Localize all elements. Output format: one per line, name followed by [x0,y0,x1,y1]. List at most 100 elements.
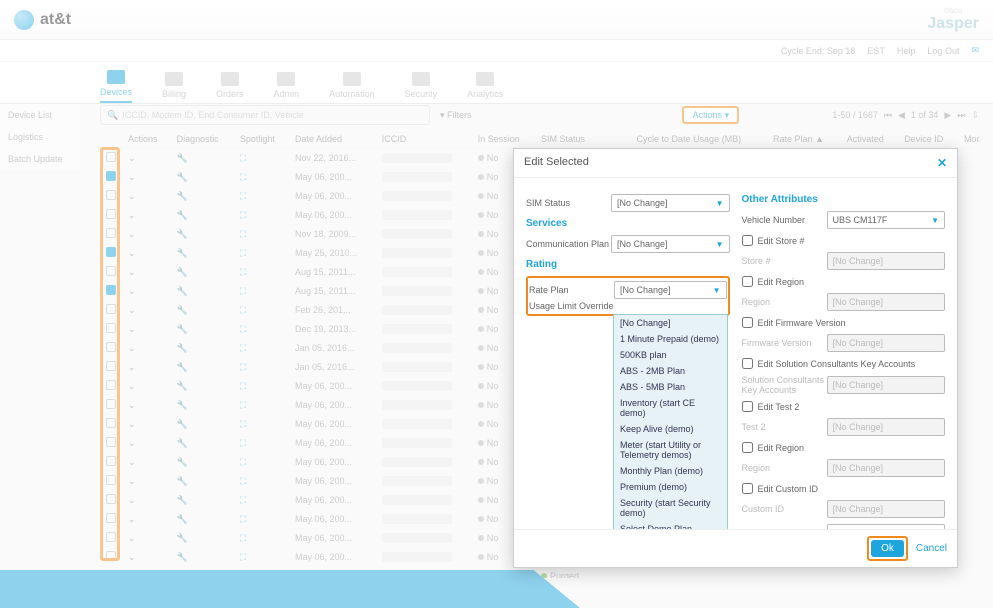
row-checkbox[interactable] [106,513,116,523]
expand-icon[interactable]: ⌄ [128,229,136,239]
expand-icon[interactable]: ⌄ [128,248,136,258]
dropdown-option[interactable]: ABS - 5MB Plan [614,379,727,395]
wrench-icon[interactable]: 🔧 [177,343,188,353]
vehicle-number-select[interactable]: UBS CM117F▼ [827,211,946,229]
nav-tab-automation[interactable]: Automation [329,72,375,103]
pager-next-icon[interactable]: ▶ [944,110,951,121]
expand-icon[interactable]: ⌄ [128,362,136,372]
export-icon[interactable]: ⇩ [971,110,979,121]
logout-link[interactable]: Log Out [927,46,959,56]
spotlight-icon[interactable]: ⛶ [240,191,246,201]
column-header[interactable]: Device ID [898,130,958,149]
row-checkbox[interactable] [106,190,116,200]
nav-tab-analytics[interactable]: Analytics [467,72,503,103]
expand-icon[interactable]: ⌄ [128,267,136,277]
expand-icon[interactable]: ⌄ [128,476,136,486]
wrench-icon[interactable]: 🔧 [177,400,188,410]
expand-icon[interactable]: ⌄ [128,514,136,524]
row-checkbox[interactable] [106,228,116,238]
spotlight-icon[interactable]: ⛶ [240,267,246,277]
row-checkbox[interactable] [106,456,116,466]
expand-icon[interactable]: ⌄ [128,381,136,391]
column-header[interactable]: ICCID [376,130,472,149]
pager-last-icon[interactable]: ⏭ [957,110,965,121]
wrench-icon[interactable]: 🔧 [177,229,188,239]
row-checkbox[interactable] [106,437,116,447]
expand-icon[interactable]: ⌄ [128,419,136,429]
expand-icon[interactable]: ⌄ [128,305,136,315]
row-checkbox[interactable] [106,418,116,428]
nav-tab-admin[interactable]: Admin [274,72,300,103]
edit-checkbox[interactable] [742,317,753,328]
wrench-icon[interactable]: 🔧 [177,457,188,467]
wrench-icon[interactable]: 🔧 [177,495,188,505]
nav-tab-orders[interactable]: Orders [216,72,244,103]
spotlight-icon[interactable]: ⛶ [240,552,246,562]
wrench-icon[interactable]: 🔧 [177,438,188,448]
spotlight-icon[interactable]: ⛶ [240,172,246,182]
edit-checkbox[interactable] [742,442,753,453]
spotlight-icon[interactable]: ⛶ [240,495,246,505]
spotlight-icon[interactable]: ⛶ [240,153,246,163]
column-header[interactable] [100,130,122,149]
expand-icon[interactable]: ⌄ [128,552,136,562]
nav-tab-devices[interactable]: Devices [100,70,132,103]
expand-icon[interactable]: ⌄ [128,457,136,467]
column-header[interactable]: Diagnostic [171,130,234,149]
row-checkbox[interactable] [106,532,116,542]
spotlight-icon[interactable]: ⛶ [240,514,246,524]
sidebar-item[interactable]: Device List [0,104,80,126]
expand-icon[interactable]: ⌄ [128,153,136,163]
actions-button[interactable]: Actions ▾ [682,106,739,124]
wrench-icon[interactable]: 🔧 [177,324,188,334]
row-checkbox[interactable] [106,266,116,276]
dropdown-option[interactable]: Select Demo Plan (default) [614,521,727,529]
row-checkbox[interactable] [106,152,116,162]
spotlight-icon[interactable]: ⛶ [240,419,246,429]
ok-button[interactable]: Ok [871,540,904,557]
dropdown-option[interactable]: Inventory (start CE demo) [614,395,727,421]
expand-icon[interactable]: ⌄ [128,495,136,505]
edit-checkbox[interactable] [742,276,753,287]
row-checkbox[interactable] [106,494,116,504]
column-header[interactable]: Modem ID [958,130,979,149]
help-link[interactable]: Help [897,46,916,56]
comm-plan-select[interactable]: [No Change]▼ [611,235,730,253]
nav-tab-billing[interactable]: Billing [162,72,186,103]
row-checkbox[interactable] [106,380,116,390]
cancel-link[interactable]: Cancel [916,543,947,554]
edit-checkbox[interactable] [742,235,753,246]
wrench-icon[interactable]: 🔧 [177,210,188,220]
column-header[interactable]: Spotlight [234,130,289,149]
row-checkbox[interactable] [106,342,116,352]
row-checkbox[interactable] [106,247,116,257]
dropdown-option[interactable]: Security (start Security demo) [614,495,727,521]
dropdown-option[interactable]: Premium (demo) [614,479,727,495]
spotlight-icon[interactable]: ⛶ [240,438,246,448]
dropdown-option[interactable]: 500KB plan [614,347,727,363]
dropdown-option[interactable]: Keep Alive (demo) [614,421,727,437]
pager-first-icon[interactable]: ⏮ [884,110,892,121]
sidebar-item[interactable]: Logistics [0,126,80,148]
wrench-icon[interactable]: 🔧 [177,191,188,201]
row-checkbox[interactable] [106,399,116,409]
row-checkbox[interactable] [106,171,116,181]
spotlight-icon[interactable]: ⛶ [240,229,246,239]
column-header[interactable]: Cycle to Date Usage (MB) [631,130,768,149]
edit-checkbox[interactable] [742,483,753,494]
wrench-icon[interactable]: 🔧 [177,419,188,429]
row-checkbox[interactable] [106,475,116,485]
edit-checkbox[interactable] [742,358,753,369]
spotlight-icon[interactable]: ⛶ [240,381,246,391]
column-header[interactable]: SIM Status [535,130,631,149]
spotlight-icon[interactable]: ⛶ [240,305,246,315]
dropdown-option[interactable]: ABS - 2MB Plan [614,363,727,379]
wrench-icon[interactable]: 🔧 [177,153,188,163]
wrench-icon[interactable]: 🔧 [177,514,188,524]
sim-status-select[interactable]: [No Change]▼ [611,194,730,212]
column-header[interactable]: In Session [472,130,535,149]
mail-icon[interactable]: ✉ [971,45,979,56]
sidebar-item[interactable]: Batch Update [0,148,80,170]
expand-icon[interactable]: ⌄ [128,191,136,201]
expand-icon[interactable]: ⌄ [128,172,136,182]
